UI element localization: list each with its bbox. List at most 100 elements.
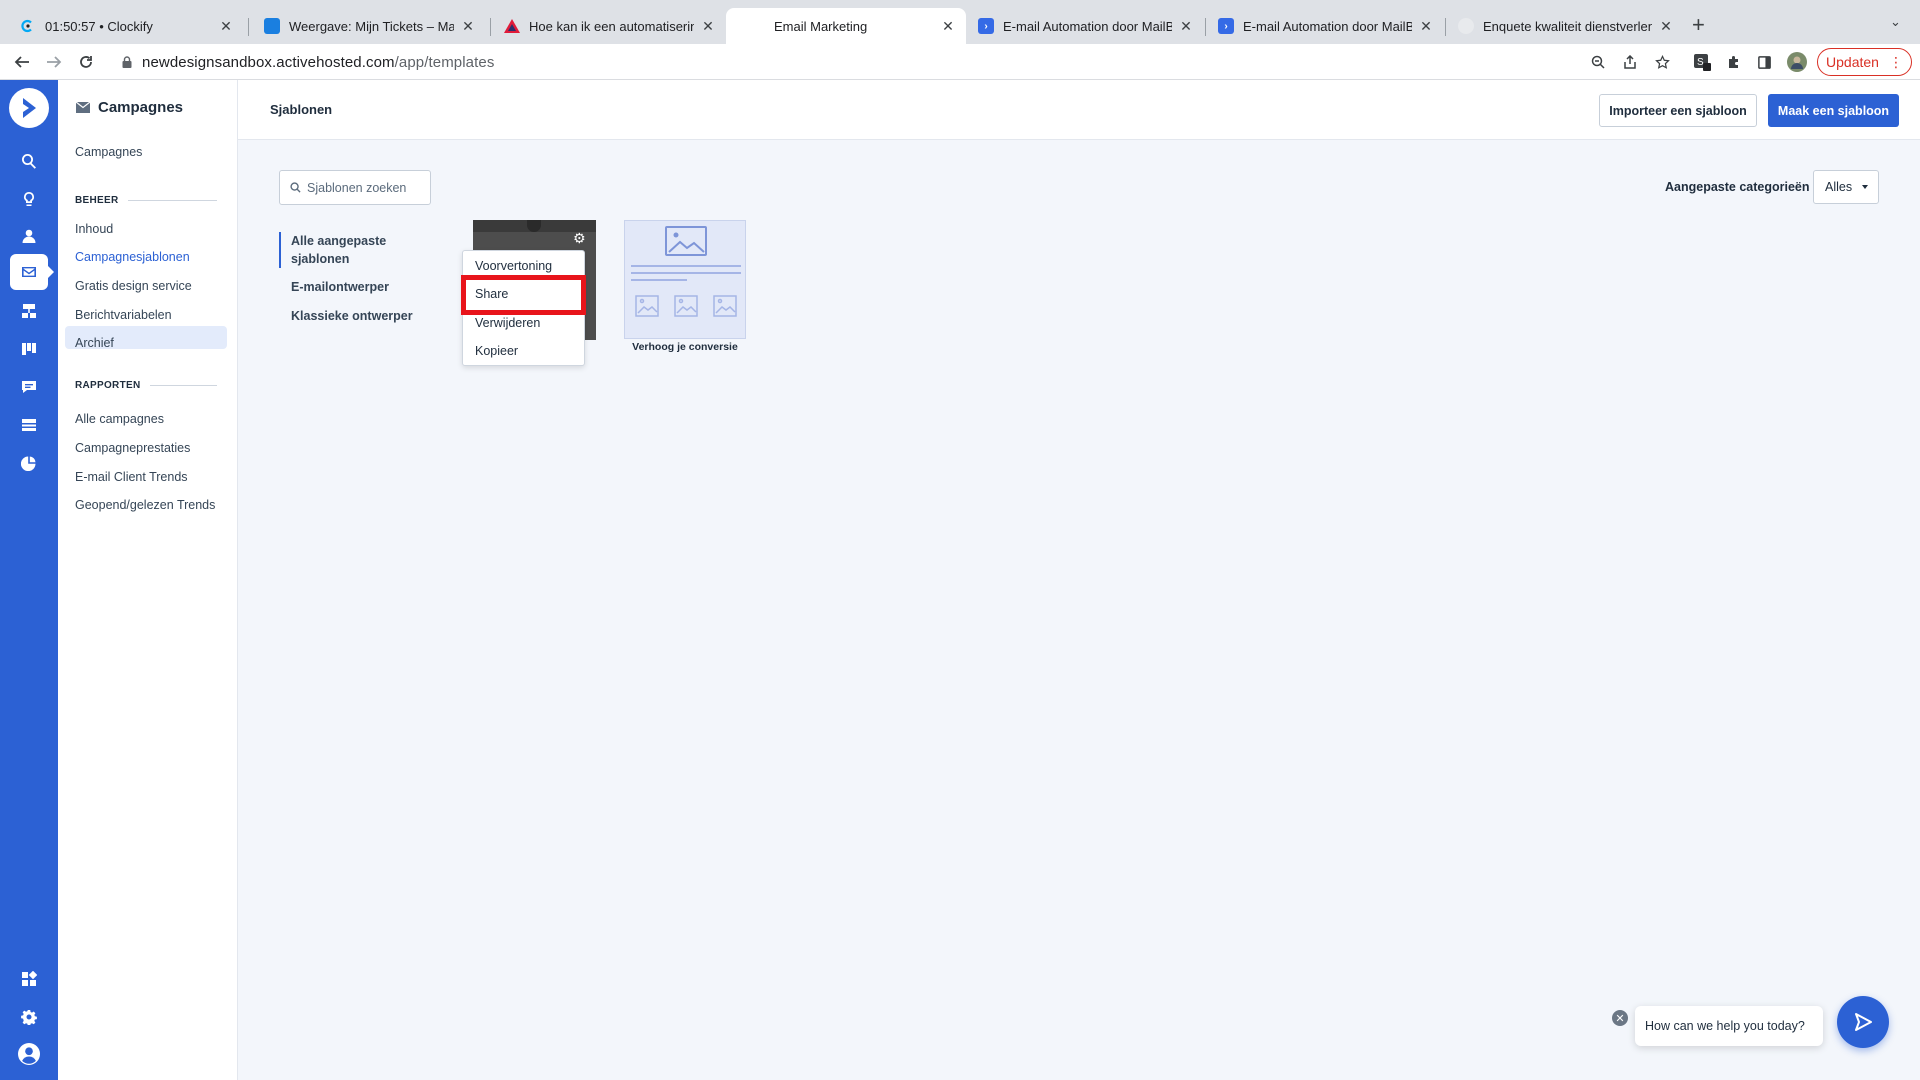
url-text: newdesignsandbox.activehosted.com/app/te… (142, 54, 494, 71)
close-icon[interactable]: ✕ (1178, 18, 1194, 35)
subnav-item-campagnes[interactable]: Campagnes (75, 145, 142, 159)
subnav-item-alle-campagnes[interactable]: Alle campagnes (75, 412, 164, 426)
browser-tab[interactable]: › E-mail Automation door MailBlue ✕ (1206, 8, 1444, 44)
create-template-button[interactable]: Maak een sjabloon (1768, 94, 1899, 127)
zoom-icon[interactable] (1588, 52, 1608, 72)
forward-button[interactable] (42, 50, 66, 74)
share-icon[interactable] (1620, 52, 1640, 72)
section-heading-beheer: BEHEER (75, 195, 217, 206)
side-panel-icon[interactable] (1754, 52, 1774, 72)
close-icon[interactable]: ✕ (1418, 18, 1434, 35)
browser-tab-active[interactable]: Email Marketing ✕ (726, 8, 966, 44)
help-prompt-bubble[interactable]: How can we help you today? (1635, 1006, 1823, 1046)
activecampaign-logo-icon[interactable] (9, 88, 49, 128)
gear-icon[interactable]: ⚙ (573, 230, 586, 247)
close-icon[interactable]: ✕ (218, 18, 234, 35)
filter-email-designer[interactable]: E-mailontwerper (291, 278, 411, 296)
subnav-item-campagneprestaties[interactable]: Campagneprestaties (75, 441, 190, 455)
campaigns-subnav: Campagnes Campagnes BEHEER Inhoud Campag… (58, 80, 238, 1080)
settings-gear-icon[interactable] (14, 1002, 44, 1032)
puzzle-extensions-icon[interactable] (1724, 52, 1744, 72)
category-filter-label: Aangepaste categorieën (1665, 180, 1810, 194)
clockify-icon (20, 18, 36, 34)
browser-tab[interactable]: Hoe kan ik een automatisering ✕ (492, 8, 726, 44)
image-placeholder-icon (631, 226, 741, 317)
close-icon[interactable]: ✕ (460, 18, 476, 35)
reload-icon (80, 56, 92, 68)
activecampaign-icon: › (1218, 18, 1234, 34)
subnav-header: Campagnes (76, 99, 183, 116)
browser-tab[interactable]: › E-mail Automation door MailBlue ✕ (966, 8, 1204, 44)
category-select[interactable]: Alles (1813, 170, 1879, 204)
subnav-item-gratis-design-service[interactable]: Gratis design service (75, 279, 192, 293)
extension-s-icon[interactable]: S (1692, 52, 1712, 72)
tab-title: Weergave: Mijn Tickets – MailBlue (289, 18, 454, 34)
search-input[interactable] (307, 180, 425, 195)
svg-text:S: S (1697, 57, 1704, 68)
section-heading-rapporten: RAPPORTEN (75, 380, 217, 391)
reload-button[interactable] (74, 50, 98, 74)
menu-item-copy[interactable]: Kopieer (475, 344, 518, 358)
account-avatar-icon[interactable] (14, 1039, 44, 1069)
apps-grid-icon[interactable] (14, 964, 44, 994)
bookmark-star-icon[interactable] (1652, 52, 1672, 72)
template-search[interactable] (279, 170, 431, 205)
subnav-item-inhoud[interactable]: Inhoud (75, 222, 113, 236)
send-arrow-icon (1855, 1013, 1872, 1031)
mailblue-icon (264, 18, 280, 34)
browser-toolbar: newdesignsandbox.activehosted.com/app/te… (0, 44, 1920, 80)
triangle-icon (504, 18, 520, 34)
browser-tab[interactable]: Enquete kwaliteit dienstverlening ✕ (1446, 8, 1684, 44)
update-button[interactable]: Updaten ⋮ (1817, 48, 1912, 76)
template-card-thumbnail[interactable] (624, 220, 746, 339)
subnav-item-email-client-trends[interactable]: E-mail Client Trends (75, 470, 188, 484)
caret-down-icon (1862, 185, 1869, 189)
section-label: BEHEER (75, 195, 119, 206)
subnav-item-campagnesjablonen[interactable]: Campagnesjablonen (75, 250, 190, 264)
close-icon[interactable]: ✕ (700, 18, 716, 35)
subnav-item-archief[interactable]: Archief (75, 336, 114, 350)
browser-tab[interactable]: Weergave: Mijn Tickets – MailBlue ✕ (252, 8, 486, 44)
tab-title: 01:50:57 • Clockify (45, 18, 153, 34)
close-icon[interactable]: ✕ (1612, 1010, 1628, 1026)
close-icon[interactable]: ✕ (940, 18, 956, 35)
kebab-menu-icon: ⋮ (1888, 53, 1903, 70)
browser-tab[interactable]: 01:50:57 • Clockify ✕ (8, 8, 244, 44)
template-name[interactable]: Verhoog je conversie (624, 341, 746, 353)
tab-title: E-mail Automation door MailBlue (1003, 18, 1172, 34)
campaigns-envelope-icon[interactable] (10, 254, 54, 290)
import-template-button[interactable]: Importeer een sjabloon (1599, 94, 1757, 127)
filter-classic-designer[interactable]: Klassieke ontwerper (291, 307, 413, 325)
contacts-person-icon[interactable] (14, 221, 44, 251)
address-bar[interactable]: newdesignsandbox.activehosted.com/app/te… (108, 47, 1578, 77)
lock-icon (122, 56, 132, 68)
browser-tabstrip: 01:50:57 • Clockify ✕ Weergave: Mijn Tic… (0, 0, 1920, 44)
arrow-left-icon (14, 56, 29, 68)
search-icon[interactable] (14, 146, 44, 176)
tab-title: E-mail Automation door MailBlue (1243, 18, 1412, 34)
website-forms-icon[interactable] (14, 410, 44, 440)
url-path: /app/templates (394, 53, 495, 71)
subnav-item-berichtvariabelen[interactable]: Berichtvariabelen (75, 308, 172, 322)
arrow-right-icon (47, 56, 62, 68)
subnav-item-geopend-gelezen-trends[interactable]: Geopend/gelezen Trends (75, 498, 215, 512)
reports-pie-icon[interactable] (14, 448, 44, 478)
update-label: Updaten (1826, 54, 1879, 70)
close-icon[interactable]: ✕ (1658, 18, 1674, 35)
section-label: RAPPORTEN (75, 380, 141, 391)
chat-launcher-button[interactable] (1837, 996, 1889, 1048)
filter-all-custom-templates[interactable]: Alle aangepaste sjablonen (291, 232, 401, 268)
profile-avatar-icon[interactable] (1787, 52, 1807, 72)
deals-pipeline-icon[interactable] (14, 334, 44, 364)
envelope-icon (76, 102, 90, 113)
back-button[interactable] (10, 50, 34, 74)
menu-item-delete[interactable]: Verwijderen (475, 316, 540, 330)
conversations-chat-icon[interactable] (14, 372, 44, 402)
page-header: Sjablonen Importeer een sjabloon Maak ee… (238, 80, 1920, 140)
menu-item-preview[interactable]: Voorvertoning (475, 259, 552, 273)
lightbulb-icon[interactable] (14, 184, 44, 214)
new-tab-button[interactable]: + (1692, 12, 1705, 38)
activecampaign-icon: › (978, 18, 994, 34)
automations-icon[interactable] (14, 296, 44, 326)
tab-search-chevron-icon[interactable]: ⌄ (1890, 14, 1901, 30)
